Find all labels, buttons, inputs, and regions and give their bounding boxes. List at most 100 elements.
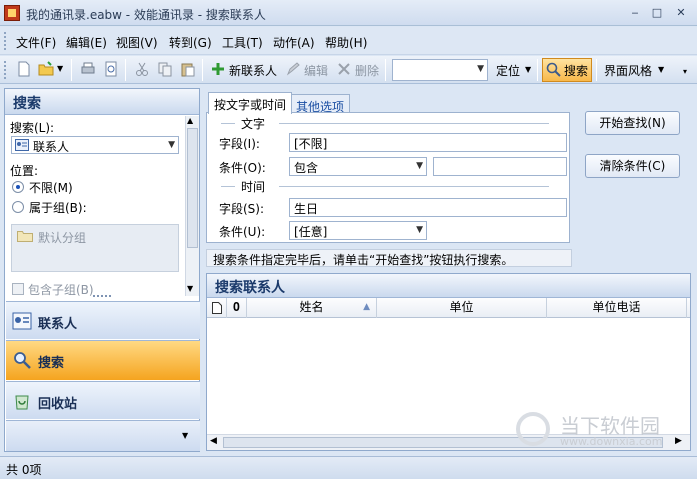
toolbar-grip[interactable] xyxy=(4,61,7,79)
menu-help[interactable]: 帮助(H) xyxy=(325,34,367,51)
attachment-icon: 𝟎 xyxy=(233,300,240,314)
toolbar-overflow-icon[interactable]: ▾ xyxy=(683,67,687,76)
include-subgroups-checkbox[interactable] xyxy=(12,283,24,295)
copy-icon[interactable] xyxy=(157,61,173,77)
col-company-phone[interactable]: 单位电话 xyxy=(547,298,687,318)
print-preview-icon[interactable] xyxy=(103,61,119,77)
locate-button[interactable]: 定位 xyxy=(496,62,520,79)
divider xyxy=(221,186,235,187)
nav-more-icon[interactable]: ▼ xyxy=(182,431,188,440)
nav-recycle[interactable]: 回收站 xyxy=(6,381,200,419)
left-panel-scrollbar[interactable]: ▲ ▼ xyxy=(185,116,199,296)
status-bar: 共 0项 xyxy=(0,456,697,479)
tab-other-options[interactable]: 其他选项 xyxy=(290,94,351,114)
hint-text: 搜索条件指定完毕后，请单击“开始查找”按钮执行搜索。 xyxy=(206,249,572,267)
search-type-value: 联系人 xyxy=(33,140,70,154)
toolbar-separator xyxy=(202,59,203,81)
col-company[interactable]: 单位 xyxy=(377,298,547,318)
menu-file[interactable]: 文件(F) xyxy=(16,34,56,51)
recycle-icon xyxy=(15,395,29,410)
chevron-down-icon: ▼ xyxy=(477,64,484,74)
section-text-title: 文字 xyxy=(241,117,266,131)
left-panel: 搜索 搜索(L): 联系人 ▼ 位置: 不限(M) 属于组(B): 默认分组 包… xyxy=(4,88,200,452)
section-time-title: 时间 xyxy=(241,180,266,194)
search-type-label: 搜索(L): xyxy=(10,121,55,135)
toolbar: ▼ 新联系人 编辑 删除 ▼ 定位 ▼ 搜索 界面风格 ▼ ▾ xyxy=(0,56,697,84)
edit-button[interactable]: 编辑 xyxy=(304,62,328,79)
search-type-select[interactable]: 联系人 ▼ xyxy=(11,136,179,154)
scroll-down-icon[interactable]: ▼ xyxy=(187,284,193,293)
scroll-thumb[interactable] xyxy=(187,128,198,248)
sort-asc-icon: ▲ xyxy=(363,302,370,312)
menu-action[interactable]: 动作(A) xyxy=(273,34,315,51)
search-icon xyxy=(14,352,31,369)
menu-goto[interactable]: 转到(G) xyxy=(169,34,212,51)
theme-button[interactable]: 界面风格 xyxy=(604,62,652,79)
radio-unlimited[interactable] xyxy=(12,181,24,193)
scroll-right-icon[interactable]: ▶ xyxy=(675,436,682,446)
time-condition-label: 条件(U): xyxy=(219,225,266,239)
tab-text-time[interactable]: 按文字或时间 xyxy=(208,92,293,114)
nav-search[interactable]: 搜索 xyxy=(6,340,200,380)
print-icon[interactable] xyxy=(80,61,96,77)
search-toolbar-button[interactable]: 搜索 xyxy=(542,58,592,82)
menu-tools[interactable]: 工具(T) xyxy=(222,34,263,51)
add-icon[interactable] xyxy=(210,61,226,77)
col-name-label: 姓名 xyxy=(299,300,324,314)
start-search-button[interactable]: 开始查找(N) xyxy=(585,111,680,135)
clear-conditions-button[interactable]: 清除条件(C) xyxy=(585,154,680,178)
col-name[interactable]: 姓名 ▲ xyxy=(247,298,377,318)
scroll-up-icon[interactable]: ▲ xyxy=(187,116,193,125)
results-column-header: 𝟎 姓名 ▲ 单位 单位电话 xyxy=(207,298,690,318)
title-bar: 我的通讯录.eabw - 效能通讯录 - 搜索联系人 ‒ □ ✕ xyxy=(0,0,697,26)
search-toolbar-label: 搜索 xyxy=(564,64,589,78)
folder-icon xyxy=(17,231,33,242)
open-folder-icon[interactable] xyxy=(38,61,54,77)
maximize-button[interactable]: □ xyxy=(648,5,666,21)
text-keyword-input[interactable] xyxy=(433,157,567,176)
radio-in-group[interactable] xyxy=(12,201,24,213)
delete-icon[interactable] xyxy=(336,61,352,77)
contact-card-icon xyxy=(15,139,29,151)
watermark-logo xyxy=(516,412,550,446)
menu-grip[interactable] xyxy=(4,32,7,50)
nav-contacts[interactable]: 联系人 xyxy=(6,301,200,339)
toolbar-separator xyxy=(71,59,72,81)
text-field-input[interactable]: [不限] xyxy=(289,133,567,152)
menu-edit[interactable]: 编辑(E) xyxy=(66,34,107,51)
locate-dropdown-icon[interactable]: ▼ xyxy=(525,65,531,74)
radio-in-group-label: 属于组(B): xyxy=(29,201,87,215)
nav-search-label: 搜索 xyxy=(38,356,65,371)
edit-icon[interactable] xyxy=(285,61,301,77)
default-group-item: 默认分组 xyxy=(38,231,87,245)
include-subgroups-label: 包含子组(B) xyxy=(28,283,94,297)
close-button[interactable]: ✕ xyxy=(672,5,690,21)
text-condition-select[interactable]: 包含 ▼ xyxy=(289,157,427,176)
locate-combo[interactable]: ▼ xyxy=(392,59,488,81)
col-attachment[interactable]: 𝟎 xyxy=(227,298,247,318)
app-icon[interactable] xyxy=(4,5,20,21)
splitter-grip[interactable] xyxy=(93,295,111,298)
toolbar-separator xyxy=(125,59,126,81)
nav-contacts-label: 联系人 xyxy=(38,317,78,332)
delete-button[interactable]: 删除 xyxy=(355,62,379,79)
results-title: 搜索联系人 xyxy=(207,274,690,298)
time-field-input[interactable]: 生日 xyxy=(289,198,567,217)
text-condition-label: 条件(O): xyxy=(219,161,266,175)
menu-view[interactable]: 视图(V) xyxy=(116,34,158,51)
divider xyxy=(279,123,549,124)
open-dropdown-icon[interactable]: ▼ xyxy=(57,64,63,73)
new-contact-button[interactable]: 新联系人 xyxy=(229,62,277,79)
group-tree[interactable]: 默认分组 xyxy=(11,224,179,272)
col-type[interactable] xyxy=(207,298,227,318)
theme-dropdown-icon[interactable]: ▼ xyxy=(658,65,664,74)
cut-icon[interactable] xyxy=(134,61,150,77)
new-file-icon[interactable] xyxy=(16,61,32,77)
chevron-down-icon: ▼ xyxy=(416,225,423,235)
minimize-button[interactable]: ‒ xyxy=(626,5,644,21)
text-condition-value: 包含 xyxy=(294,161,319,175)
scroll-left-icon[interactable]: ◀ xyxy=(210,436,217,446)
menu-bar: 文件(F) 编辑(E) 视图(V) 转到(G) 工具(T) 动作(A) 帮助(H… xyxy=(0,27,697,55)
paste-icon[interactable] xyxy=(180,61,196,77)
time-condition-select[interactable]: [任意] ▼ xyxy=(289,221,427,240)
